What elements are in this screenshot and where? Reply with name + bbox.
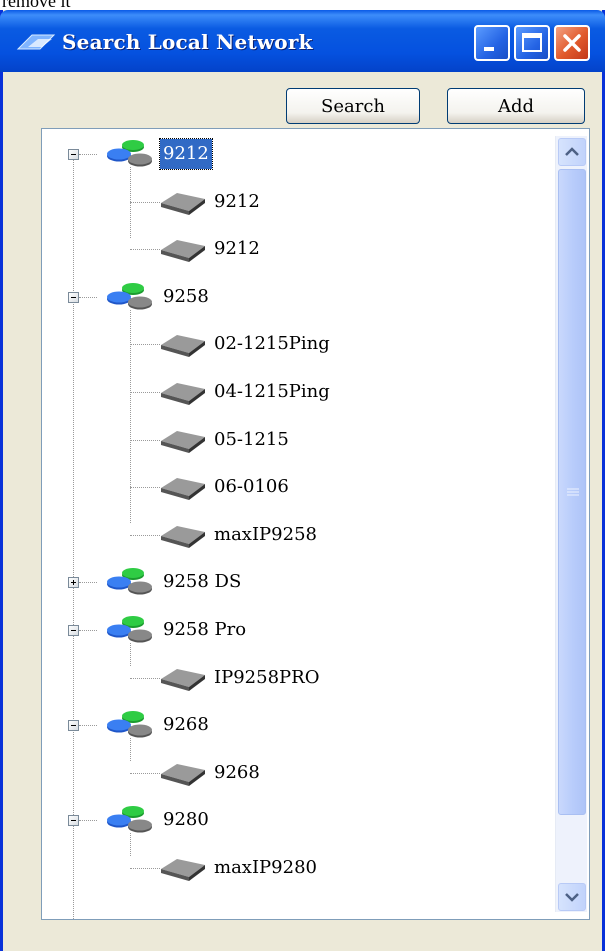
tree-group-node[interactable]: 9258 DS — [106, 565, 244, 599]
chevron-down-icon — [565, 893, 579, 902]
tree-connector — [130, 201, 160, 203]
maximize-button[interactable] — [514, 25, 550, 61]
tree-connector — [79, 154, 97, 155]
tree-device-node[interactable]: 9212 — [157, 185, 263, 219]
tree-device-node[interactable]: 06-0106 — [157, 470, 292, 504]
tree-connector — [130, 677, 160, 679]
chevron-up-icon — [565, 147, 579, 156]
tree-connector — [73, 159, 74, 919]
tree-connector — [79, 630, 97, 631]
network-group-icon — [107, 140, 152, 167]
tree-connector — [130, 534, 160, 536]
tree-device-node[interactable]: 04-1215Ping — [157, 375, 333, 409]
tree-connector — [130, 344, 160, 346]
tree-device-node[interactable]: 05-1215 — [157, 423, 292, 457]
tree-device-label[interactable]: maxIP9258 — [211, 520, 320, 550]
tree-group-label[interactable]: 9258 — [160, 282, 212, 312]
collapse-toggle-icon[interactable] — [68, 625, 79, 636]
network-group-icon — [107, 568, 152, 595]
network-group-icon — [107, 806, 152, 833]
tree-connector — [130, 249, 160, 251]
search-button[interactable]: Search — [286, 88, 420, 124]
tree-group-label[interactable]: 9280 — [160, 805, 212, 835]
grip-icon — [567, 488, 579, 496]
tree-connector — [130, 738, 131, 762]
collapse-toggle-icon[interactable] — [68, 815, 79, 827]
tree-device-label[interactable]: 05-1215 — [211, 425, 292, 455]
close-button[interactable] — [554, 25, 590, 61]
device-icon — [161, 335, 205, 358]
network-group-icon — [107, 711, 152, 738]
tree-connector — [79, 820, 97, 822]
tree-device-label[interactable]: 9212 — [211, 234, 263, 264]
tree-device-label[interactable]: maxIP9280 — [211, 853, 320, 883]
tree-connector — [130, 309, 131, 524]
scroll-thumb[interactable] — [558, 169, 586, 815]
device-icon — [161, 430, 205, 453]
network-app-icon — [16, 34, 56, 50]
collapse-toggle-icon[interactable] — [68, 720, 79, 732]
tree-device-node[interactable]: 02-1215Ping — [157, 327, 333, 361]
minimize-icon — [484, 47, 494, 51]
tree-device-label[interactable]: 9268 — [211, 758, 263, 788]
device-icon — [161, 478, 205, 501]
tree-device-node[interactable]: IP9258PRO — [157, 661, 322, 695]
tree-group-label[interactable]: 9212 — [159, 138, 213, 170]
tree-group-node[interactable]: 9212 — [106, 137, 213, 171]
vertical-scrollbar[interactable] — [555, 136, 587, 912]
tree-device-label[interactable]: 06-0106 — [211, 472, 292, 502]
device-icon — [161, 763, 205, 786]
device-icon — [161, 668, 205, 691]
device-icon — [161, 240, 205, 263]
tree-group-node[interactable]: 9258 — [106, 280, 212, 314]
tree-connector — [130, 392, 160, 393]
tree-connector — [130, 833, 131, 857]
tree-device-node[interactable]: maxIP9258 — [157, 518, 320, 552]
title-bar[interactable]: Search Local Network — [0, 10, 605, 72]
device-icon — [161, 525, 205, 548]
tree-device-label[interactable]: IP9258PRO — [211, 663, 322, 693]
collapse-toggle-icon[interactable] — [68, 291, 79, 303]
tree-group-node[interactable]: 9268 — [106, 708, 212, 742]
tree-group-node[interactable]: 9280 — [106, 803, 212, 837]
scroll-up-button[interactable] — [558, 138, 586, 166]
minimize-button[interactable] — [474, 25, 510, 61]
tree-device-node[interactable]: 9268 — [157, 756, 263, 790]
window-title: Search Local Network — [62, 30, 313, 54]
tree-device-label[interactable]: 04-1215Ping — [211, 377, 333, 407]
scroll-down-button[interactable] — [558, 883, 586, 911]
tree-device-node[interactable]: 9212 — [157, 232, 263, 266]
network-group-icon — [107, 282, 152, 310]
expand-toggle-icon[interactable] — [68, 577, 79, 589]
tree-device-label[interactable]: 02-1215Ping — [211, 329, 333, 359]
tree-connector — [130, 487, 160, 489]
tree-connector — [130, 772, 160, 774]
tree-connector — [130, 868, 160, 869]
tree-connector — [130, 643, 131, 666]
tree-connector — [79, 582, 97, 584]
device-icon — [161, 383, 205, 405]
tree-group-node[interactable]: 9258 Pro — [106, 613, 249, 647]
tree-group-label[interactable]: 9258 Pro — [160, 615, 249, 645]
close-icon — [563, 34, 581, 52]
add-button[interactable]: Add — [447, 88, 585, 124]
tree-connector — [130, 439, 160, 441]
network-group-icon — [107, 616, 152, 643]
tree-connector — [79, 725, 97, 727]
device-icon — [161, 192, 205, 215]
tree-device-label[interactable]: 9212 — [211, 187, 263, 217]
device-tree[interactable]: 9212 9212 9212 9258 02-1215Ping 04-1215P… — [41, 128, 590, 920]
tree-connector — [79, 296, 97, 298]
collapse-toggle-icon[interactable] — [68, 149, 79, 160]
maximize-icon — [522, 33, 542, 52]
tree-group-label[interactable]: 9268 — [160, 710, 212, 740]
tree-device-node[interactable]: maxIP9280 — [157, 851, 320, 885]
device-icon — [161, 859, 205, 881]
tree-group-label[interactable]: 9258 DS — [160, 567, 244, 597]
